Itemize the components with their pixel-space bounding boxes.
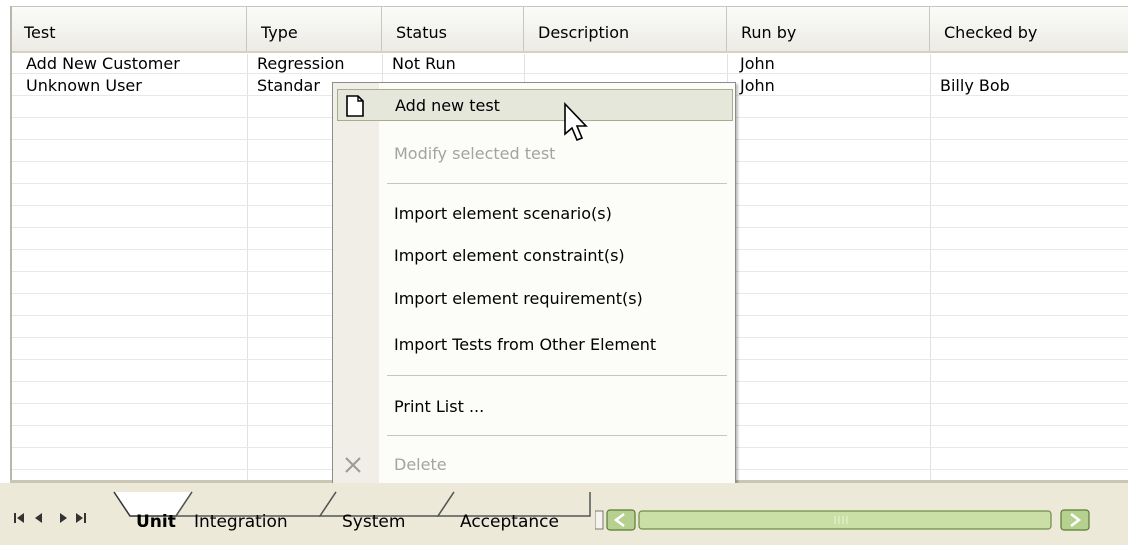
table-cell-run-by[interactable]: John (734, 54, 929, 74)
table-cell-test[interactable]: Unknown User (20, 76, 245, 96)
table-cell-description[interactable] (528, 54, 724, 74)
menu-separator (387, 435, 727, 436)
menu-item-add-new-test[interactable]: Add new test (337, 89, 733, 121)
scroll-thumb[interactable] (638, 510, 1052, 530)
menu-item-label: Print List ... (394, 397, 485, 416)
test-list-window: Test Type Status Description Run by Chec… (0, 0, 1128, 545)
table-cell-type[interactable]: Regression (251, 54, 381, 74)
menu-item-print-list[interactable]: Print List ... (379, 391, 733, 423)
menu-separator (387, 183, 727, 184)
tab-acceptance[interactable]: Acceptance (460, 512, 559, 532)
table-cell-checked-by[interactable] (934, 54, 1124, 74)
menu-item-import-scenarios[interactable]: Import element scenario(s) (379, 198, 733, 230)
menu-item-import-tests-from-other-element[interactable]: Import Tests from Other Element (379, 329, 733, 361)
context-menu: Add new test Modify selected test Import… (332, 82, 736, 491)
menu-item-label: Modify selected test (394, 144, 556, 163)
grid-header: Test Type Status Description Run by Chec… (10, 6, 1128, 53)
new-document-icon (346, 95, 364, 117)
column-header-description[interactable]: Description (524, 7, 727, 51)
menu-item-label: Add new test (395, 96, 500, 115)
column-header-run-by[interactable]: Run by (727, 7, 930, 51)
table-cell-test[interactable]: Add New Customer (20, 54, 245, 74)
column-header-status[interactable]: Status (382, 7, 524, 51)
menu-item-import-constraints[interactable]: Import element constraint(s) (379, 240, 733, 272)
tab-unit[interactable]: Unit (136, 512, 176, 532)
scroll-right-icon[interactable] (1060, 509, 1090, 531)
menu-item-label: Import Tests from Other Element (394, 335, 657, 354)
column-header-type[interactable]: Type (247, 7, 382, 51)
menu-item-label: Import element scenario(s) (394, 204, 612, 223)
table-cell-status[interactable]: Not Run (386, 54, 522, 74)
table-cell-run-by[interactable]: John (734, 76, 929, 96)
mouse-cursor-icon (564, 102, 588, 142)
menu-item-label: Import element constraint(s) (394, 246, 625, 265)
menu-item-label: Import element requirement(s) (394, 289, 643, 308)
menu-item-delete[interactable]: Delete (379, 449, 733, 481)
tab-integration[interactable]: Integration (194, 512, 288, 532)
column-header-test[interactable]: Test (10, 7, 247, 51)
table-cell-checked-by[interactable]: Billy Bob (934, 76, 1124, 96)
menu-item-import-requirements[interactable]: Import element requirement(s) (379, 283, 733, 315)
scroll-left-icon[interactable] (606, 509, 636, 531)
menu-separator (387, 375, 727, 376)
menu-icon-gutter (333, 83, 379, 490)
column-header-checked-by[interactable]: Checked by (930, 7, 1128, 51)
tab-system[interactable]: System (342, 512, 405, 532)
delete-x-icon (345, 457, 361, 473)
horizontal-scrollbar[interactable] (595, 508, 1115, 532)
menu-item-label: Delete (394, 455, 447, 474)
grid-left-border (10, 6, 12, 484)
